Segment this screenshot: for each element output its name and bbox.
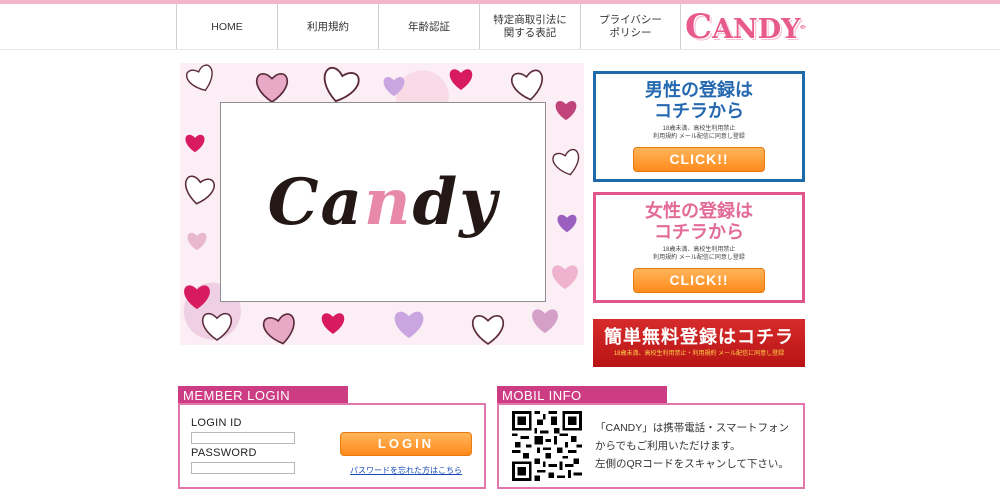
heart-decoration [549,146,584,180]
heart-decoration [507,66,548,104]
nav-age-verification[interactable]: 年齢認証 [378,4,479,50]
heart-decoration [254,71,290,103]
heart-decoration [382,75,406,97]
password-input[interactable] [191,462,295,474]
female-registration-note: 18歳未満、高校生利用禁止 利用規約 メール配信に同意し登録 [653,247,745,261]
member-login-panel: LOGIN ID PASSWORD LOGIN パスワードを忘れた方はこちら [178,403,486,489]
heart-decoration [182,63,219,96]
heart-decoration [320,311,346,335]
male-registration-box[interactable]: 男性の登録は コチラから 18歳未満、高校生利用禁止 利用規約 メール配信に同意… [593,71,805,182]
heart-decoration [316,63,364,108]
heart-decoration [186,231,208,251]
hero-candy-logo: Candy [267,164,499,240]
login-id-label: LOGIN ID [191,417,242,429]
heart-decoration [470,313,506,345]
mobil-info-text: 「CANDY」は携帯電話・スマートフォン からでもご利用いただけます。 左側のQ… [595,422,789,470]
heart-decoration [554,99,578,121]
heart-decoration [200,311,234,341]
login-id-input[interactable] [191,432,295,444]
free-registration-note: 18歳未満、高校生利用禁止・利用規約 メール配信に同意し登録 [613,351,785,357]
main-navigation: HOME 利用規約 年齢認証 特定商取引法に 関する表記 プライバシー ポリシー… [176,4,806,50]
mobil-info-panel: 「CANDY」は携帯電話・スマートフォン からでもご利用いただけます。 左側のQ… [497,403,805,489]
heart-decoration [180,172,218,207]
login-button[interactable]: LOGIN [340,432,472,456]
forgot-password-link[interactable]: パスワードを忘れた方はこちら [350,465,462,476]
heart-decoration [184,133,206,153]
nav-terms[interactable]: 利用規約 [277,4,378,50]
nav-commercial-transactions[interactable]: 特定商取引法に 関する表記 [479,4,580,50]
heart-decoration [392,309,426,339]
heart-decoration [530,307,560,334]
heart-decoration [182,283,212,310]
female-register-button[interactable]: CLICK!! [633,268,765,293]
free-registration-banner[interactable]: 簡単無料登録はコチラ 18歳未満、高校生利用禁止・利用規約 メール配信に同意し登… [593,319,805,367]
nav-home[interactable]: HOME [176,4,277,50]
female-registration-title: 女性の登録は コチラから [645,201,753,242]
site-logo-text: CANDY [685,7,801,47]
nav-divider [0,49,1000,50]
heart-decoration [448,67,474,91]
candy-swirl-icon [800,24,806,30]
qr-code-icon [512,411,582,481]
female-registration-box[interactable]: 女性の登録は コチラから 18歳未満、高校生利用禁止 利用規約 メール配信に同意… [593,192,805,303]
hero-logo-card: Candy [220,102,546,302]
nav-privacy-policy[interactable]: プライバシー ポリシー [580,4,681,50]
site-logo[interactable]: CANDY [681,4,806,50]
male-registration-note: 18歳未満、高校生利用禁止 利用規約 メール配信に同意し登録 [653,126,745,140]
heart-decoration [556,213,578,233]
heart-decoration [259,310,301,345]
male-register-button[interactable]: CLICK!! [633,147,765,172]
heart-decoration [550,263,580,290]
male-registration-title: 男性の登録は コチラから [645,80,753,121]
hero-banner: Candy [180,63,584,345]
password-label: PASSWORD [191,447,257,459]
free-registration-title: 簡単無料登録はコチラ [604,327,794,347]
